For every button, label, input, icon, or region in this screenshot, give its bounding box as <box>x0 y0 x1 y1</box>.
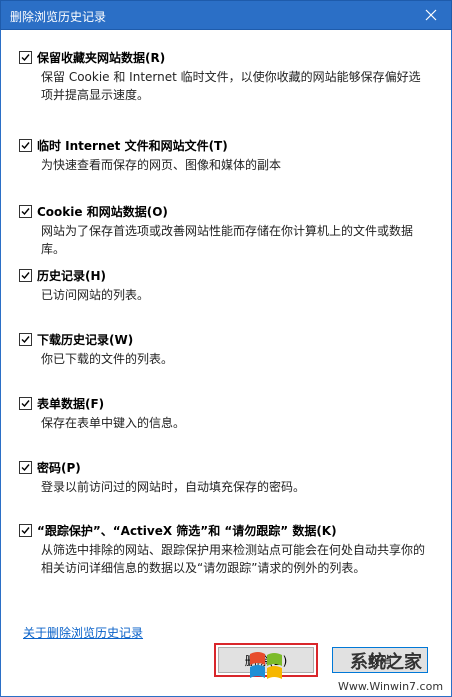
option-title: 保留收藏夹网站数据(R) <box>37 50 166 65</box>
checkmark-icon <box>21 463 30 471</box>
title-bar: 删除浏览历史记录 <box>0 0 452 30</box>
option-description: 保留 Cookie 和 Internet 临时文件，以使你收藏的网站能够保存偏好… <box>41 70 421 102</box>
option-description: 已访问网站的列表。 <box>41 288 150 302</box>
option-description: 网站为了保存首选项或改善网站性能而存储在你计算机上的文件或数据库。 <box>41 224 414 256</box>
option-history: 历史记录(H) 已访问网站的列表。 <box>19 266 439 304</box>
checkmark-icon <box>21 526 30 534</box>
checkmark-icon <box>21 399 30 407</box>
option-title: “跟踪保护”、“ActiveX 筛选”和 “请勿跟踪” 数据(K) <box>37 523 337 538</box>
checkmark-icon <box>21 141 30 149</box>
checkbox-download-history[interactable] <box>19 332 32 346</box>
option-description: 从筛选中排除的网站、跟踪保护用来检测站点可能会在何处自动共享你的相关访问详细信息… <box>41 543 426 575</box>
option-title: 表单数据(F) <box>37 396 105 411</box>
option-title: 下载历史记录(W) <box>37 332 134 347</box>
checkbox-temp-files[interactable] <box>19 138 32 152</box>
checkmark-icon <box>21 53 30 61</box>
checkbox-passwords[interactable] <box>19 460 32 474</box>
option-description: 保存在表单中键入的信息。 <box>41 416 186 430</box>
option-download-history: 下载历史记录(W) 你已下载的文件的列表。 <box>19 330 439 368</box>
close-button[interactable] <box>411 1 451 29</box>
option-temp-files: 临时 Internet 文件和网站文件(T) 为快速查看而保存的网页、图像和媒体… <box>19 136 439 174</box>
option-passwords: 密码(P) 登录以前访问过的网站时，自动填充保存的密码。 <box>19 458 439 496</box>
dialog-body: 保留收藏夹网站数据(R) 保留 Cookie 和 Internet 临时文件，以… <box>0 30 452 697</box>
delete-button[interactable]: 删除(D) <box>214 643 318 677</box>
checkbox-history[interactable] <box>19 268 32 282</box>
option-title: Cookie 和网站数据(O) <box>37 204 168 219</box>
checkbox-tracking-protection[interactable] <box>19 523 32 537</box>
option-title: 临时 Internet 文件和网站文件(T) <box>37 138 228 153</box>
checkmark-icon <box>21 335 30 343</box>
checkbox-form-data[interactable] <box>19 396 32 410</box>
option-description: 为快速查看而保存的网页、图像和媒体的副本 <box>41 158 282 172</box>
option-title: 历史记录(H) <box>37 268 107 283</box>
cancel-button[interactable]: 取消 <box>332 647 428 673</box>
option-description: 登录以前访问过的网站时，自动填充保存的密码。 <box>41 480 306 494</box>
checkbox-cookies[interactable] <box>19 204 32 218</box>
option-tracking-protection: “跟踪保护”、“ActiveX 筛选”和 “请勿跟踪” 数据(K) 从筛选中排除… <box>19 521 439 577</box>
about-delete-history-link[interactable]: 关于删除浏览历史记录 <box>23 624 143 641</box>
option-title: 密码(P) <box>37 460 81 475</box>
checkbox-preserve-favorites[interactable] <box>19 50 32 64</box>
checkmark-icon <box>21 271 30 279</box>
close-icon <box>425 9 437 21</box>
option-preserve-favorites: 保留收藏夹网站数据(R) 保留 Cookie 和 Internet 临时文件，以… <box>19 48 439 104</box>
option-form-data: 表单数据(F) 保存在表单中键入的信息。 <box>19 394 439 432</box>
option-cookies: Cookie 和网站数据(O) 网站为了保存首选项或改善网站性能而存储在你计算机… <box>19 202 439 258</box>
option-description: 你已下载的文件的列表。 <box>41 352 174 366</box>
window-title: 删除浏览历史记录 <box>10 10 107 24</box>
checkmark-icon <box>21 207 30 215</box>
